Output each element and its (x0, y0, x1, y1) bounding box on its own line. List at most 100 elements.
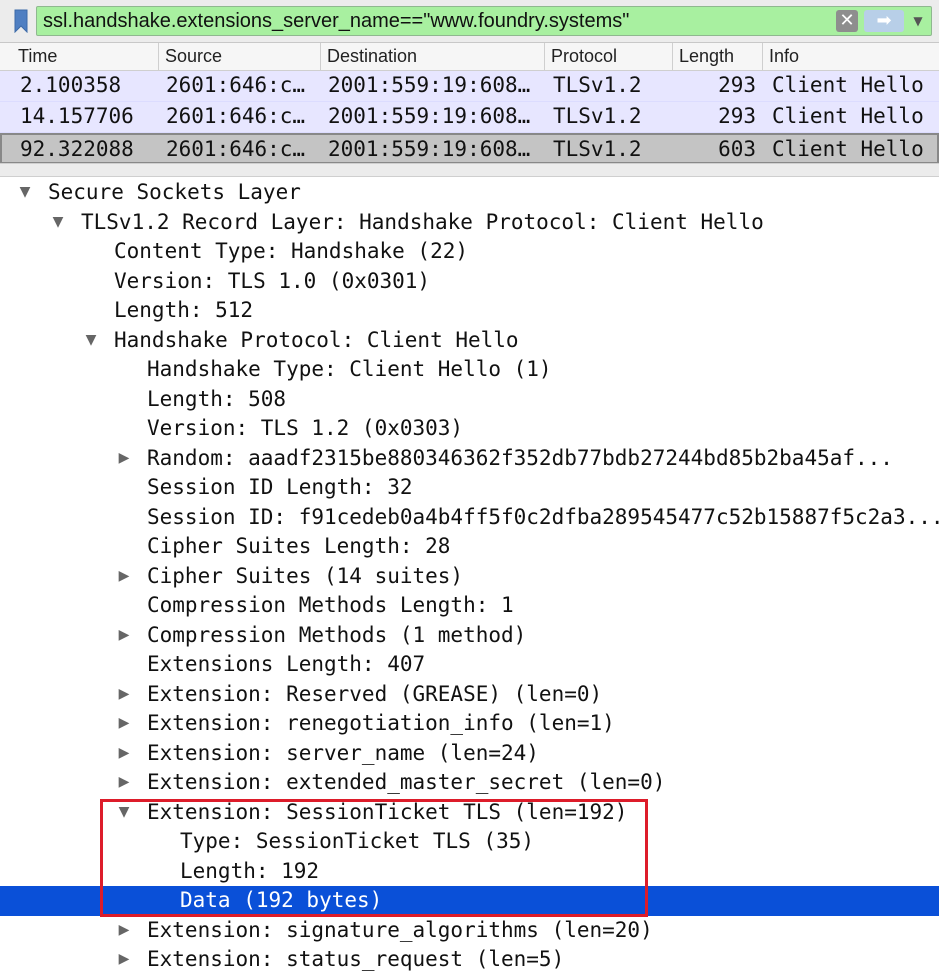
filter-bookmark-icon[interactable] (9, 8, 33, 34)
pane-splitter[interactable] (0, 163, 939, 177)
tree-row-label: Data (192 bytes) (180, 888, 383, 912)
tree-row[interactable]: ▶ Extension: Reserved (GREASE) (len=0) (0, 680, 939, 710)
tree-row-label: Content Type: Handshake (22) (114, 239, 469, 263)
tree-row[interactable]: Length: 512 (0, 296, 939, 326)
tree-row-label: Cipher Suites (14 suites) (147, 563, 464, 588)
tree-row-label: Extension: renegotiation_info (len=1) (147, 711, 615, 735)
expand-triangle-icon[interactable]: ▶ (115, 562, 133, 592)
tree-row[interactable]: ▼ Secure Sockets Layer (0, 178, 939, 208)
tree-row-label: Compression Methods Length: 1 (147, 593, 514, 617)
tree-row-label: Extension: Reserved (GREASE) (len=0) (147, 681, 603, 706)
tree-row-label: Version: TLS 1.2 (0x0303) (147, 416, 464, 440)
tree-row-label: Type: SessionTicket TLS (35) (180, 829, 535, 853)
tree-row[interactable]: ▶ Compression Methods (1 method) (0, 621, 939, 651)
collapse-triangle-icon[interactable]: ▼ (82, 326, 100, 356)
packet-length: 293 (718, 104, 756, 128)
packet-list-header: Time Source Destination Protocol Length … (0, 43, 939, 71)
packet-protocol: TLSv1.2 (553, 73, 642, 97)
tree-row[interactable]: Compression Methods Length: 1 (0, 591, 939, 621)
tree-row-label: Cipher Suites Length: 28 (147, 534, 451, 558)
tree-row-label: Handshake Type: Client Hello (1) (147, 357, 552, 381)
tree-row[interactable]: ▶ Extension: extended_master_secret (len=… (0, 768, 939, 798)
tree-row-label: Extension: SessionTicket TLS (len=192) (147, 799, 628, 824)
column-header-length[interactable]: Length (672, 43, 762, 70)
column-header-info[interactable]: Info (762, 43, 939, 70)
packet-destination: 2001:559:19:608… (328, 73, 531, 97)
tree-row-label: Extensions Length: 407 (147, 652, 426, 676)
expand-triangle-icon[interactable]: ▶ (115, 945, 133, 975)
tree-row-label: TLSv1.2 Record Layer: Handshake Protocol… (81, 209, 764, 234)
packet-info: Client Hello (772, 73, 924, 97)
tree-row[interactable]: ▼ Extension: SessionTicket TLS (len=192) (0, 798, 939, 828)
expand-triangle-icon[interactable]: ▶ (115, 444, 133, 474)
expand-triangle-icon[interactable]: ▶ (115, 680, 133, 710)
tree-row[interactable]: Content Type: Handshake (22) (0, 237, 939, 267)
column-header-time[interactable]: Time (12, 43, 156, 70)
display-filter-input[interactable]: ssl.handshake.extensions_server_name=="w… (36, 6, 932, 36)
expand-triangle-icon[interactable]: ▶ (115, 916, 133, 946)
tree-row[interactable]: Version: TLS 1.0 (0x0301) (0, 267, 939, 297)
tree-row[interactable]: ▼ Handshake Protocol: Client Hello (0, 326, 939, 356)
tree-row-label: Length: 508 (147, 386, 287, 411)
expand-triangle-icon[interactable]: ▶ (115, 621, 133, 651)
packet-info: Client Hello (772, 137, 924, 161)
column-header-protocol[interactable]: Protocol (544, 43, 672, 70)
packet-time: 14.157706 (20, 104, 134, 128)
packet-time: 92.322088 (20, 137, 134, 161)
collapse-triangle-icon[interactable]: ▼ (16, 178, 34, 208)
display-filter-toolbar: ssl.handshake.extensions_server_name=="w… (0, 0, 939, 43)
tree-row[interactable]: ▶ Extension: signature_algorithms (len=20… (0, 916, 939, 946)
packet-source: 2601:646:c… (166, 137, 306, 161)
collapse-triangle-icon[interactable]: ▼ (115, 798, 133, 828)
packet-details-tree: ▼ Secure Sockets Layer ▼ TLSv1.2 Record Lay… (0, 178, 939, 975)
tree-row-label: Extension: signature_algorithms (len=20) (147, 917, 653, 942)
expand-triangle-icon[interactable]: ▶ (115, 739, 133, 769)
tree-row[interactable]: Version: TLS 1.2 (0x0303) (0, 414, 939, 444)
packet-row-selected[interactable]: 92.322088 2601:646:c… 2001:559:19:608… T… (0, 133, 939, 164)
tree-row[interactable]: ▶ Extension: server_name (len=24) (0, 739, 939, 769)
tree-row-label: Extension: server_name (len=24) (147, 740, 539, 765)
tree-row-label: Secure Sockets Layer (48, 180, 301, 204)
packet-time: 2.100358 (20, 73, 122, 97)
expand-triangle-icon[interactable]: ▶ (115, 709, 133, 739)
expand-triangle-icon[interactable]: ▶ (115, 768, 133, 798)
tree-row-selected[interactable]: Data (192 bytes) (0, 886, 939, 916)
packet-info: Client Hello (772, 104, 924, 128)
tree-row[interactable]: ▶ Random: aaadf2315be880346362f352db77bdb… (0, 444, 939, 474)
filter-history-chevron-down-icon[interactable]: ▼ (908, 10, 928, 32)
packet-row[interactable]: 2.100358 2601:646:c… 2001:559:19:608… TL… (0, 71, 939, 102)
packet-source: 2601:646:c… (166, 73, 306, 97)
tree-row[interactable]: Length: 192 (0, 857, 939, 887)
tree-row[interactable]: ▶ Extension: status_request (len=5) (0, 945, 939, 975)
packet-source: 2601:646:c… (166, 104, 306, 128)
tree-row-label: Version: TLS 1.0 (0x0301) (114, 268, 431, 293)
tree-row[interactable]: ▶ Extension: renegotiation_info (len=1) (0, 709, 939, 739)
packet-length: 603 (718, 137, 756, 161)
clear-filter-icon[interactable]: ✕ (836, 10, 858, 32)
tree-row[interactable]: Extensions Length: 407 (0, 650, 939, 680)
tree-row[interactable]: Cipher Suites Length: 28 (0, 532, 939, 562)
tree-row-label: Compression Methods (1 method) (147, 622, 527, 647)
apply-filter-icon[interactable]: ➡ (864, 10, 904, 32)
tree-row-label: Length: 512 (114, 298, 254, 322)
tree-row[interactable]: Session ID: f91cedeb0a4b4ff5f0c2dfba2895… (0, 503, 939, 533)
packet-row[interactable]: 14.157706 2601:646:c… 2001:559:19:608… T… (0, 102, 939, 133)
tree-row-label: Extension: extended_master_secret (len=0… (147, 770, 666, 794)
tree-row[interactable]: Handshake Type: Client Hello (1) (0, 355, 939, 385)
packet-destination: 2001:559:19:608… (328, 104, 531, 128)
tree-row-label: Extension: status_request (len=5) (147, 947, 565, 971)
tree-row-label: Handshake Protocol: Client Hello (114, 327, 519, 352)
tree-row[interactable]: Length: 508 (0, 385, 939, 415)
tree-row[interactable]: Session ID Length: 32 (0, 473, 939, 503)
tree-row[interactable]: Type: SessionTicket TLS (35) (0, 827, 939, 857)
column-header-destination[interactable]: Destination (320, 43, 544, 70)
collapse-triangle-icon[interactable]: ▼ (49, 208, 67, 238)
tree-row-label: Session ID Length: 32 (147, 475, 413, 499)
tree-row-label: Session ID: f91cedeb0a4b4ff5f0c2dfba2895… (147, 504, 939, 529)
column-header-source[interactable]: Source (158, 43, 320, 70)
packet-protocol: TLSv1.2 (553, 137, 642, 161)
tree-row[interactable]: ▼ TLSv1.2 Record Layer: Handshake Protoco… (0, 208, 939, 238)
tree-row[interactable]: ▶ Cipher Suites (14 suites) (0, 562, 939, 592)
packet-protocol: TLSv1.2 (553, 104, 642, 128)
tree-row-label: Length: 192 (180, 858, 320, 883)
